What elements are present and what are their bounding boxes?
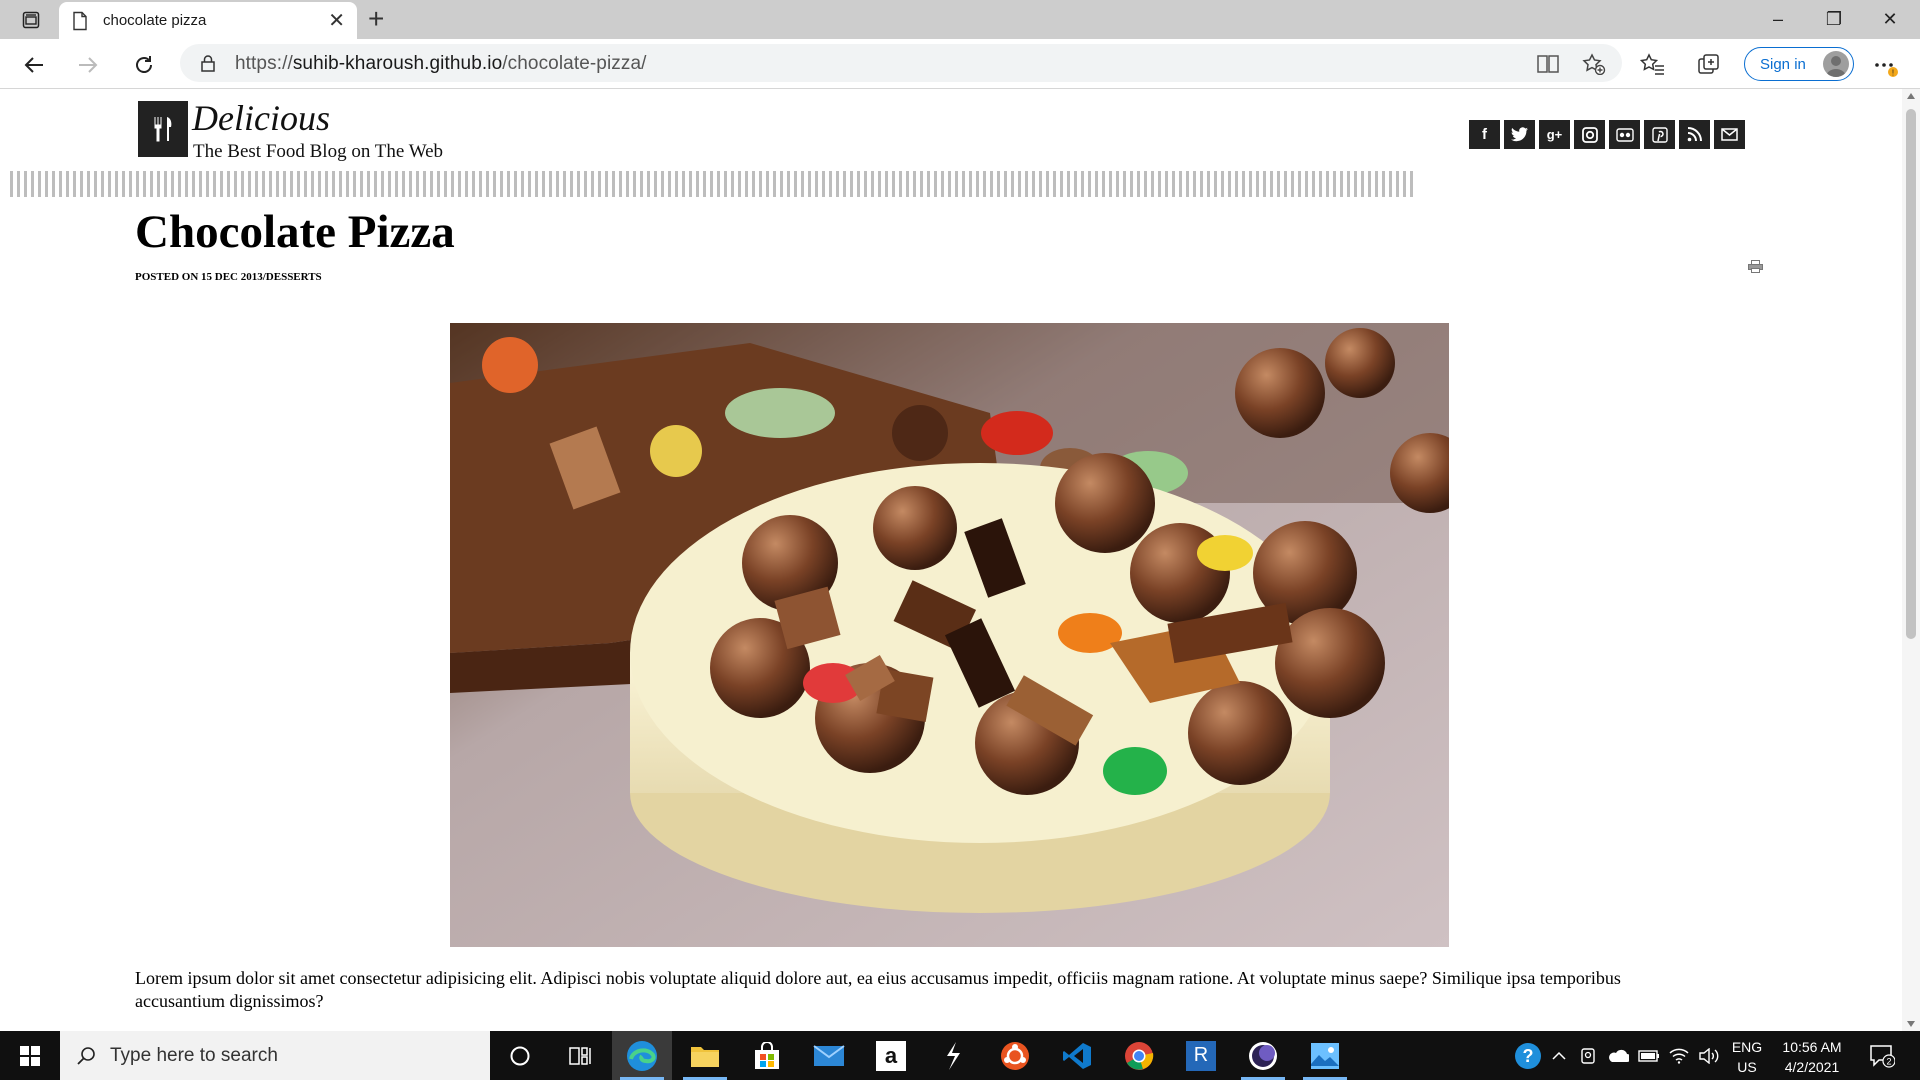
refresh-button[interactable] [128,49,160,81]
chocolate-pizza-photo [450,323,1449,947]
mail-icon[interactable] [799,1031,859,1080]
battery-icon[interactable] [1636,1031,1662,1080]
add-favorite-icon[interactable] [1582,53,1606,75]
r-icon[interactable]: R [1171,1031,1231,1080]
settings-more-icon[interactable]: ! [1872,52,1898,78]
social-links: f g+ [1469,120,1745,149]
wifi-icon[interactable] [1666,1031,1692,1080]
tab-actions-icon[interactable] [14,8,48,32]
instagram-icon[interactable] [1574,120,1605,149]
forward-button[interactable] [72,49,104,81]
scroll-up-icon[interactable] [1907,93,1915,99]
twitter-icon[interactable] [1504,120,1535,149]
profile-avatar [1823,51,1849,77]
page-icon [73,11,87,30]
windows-icon [20,1045,40,1066]
svg-text:!: ! [1892,69,1894,78]
print-icon[interactable] [1748,260,1763,273]
address-bar: https://suhib-kharoush.github.io/chocola… [0,39,1920,89]
search-placeholder: Type here to search [110,1044,278,1066]
notifications-icon[interactable]: 2 [1862,1031,1902,1080]
post-meta: POSTED ON 15 DEC 2013/DESSERTS [135,271,322,283]
ubuntu-icon[interactable] [985,1031,1045,1080]
flickr-icon[interactable] [1609,120,1640,149]
vscode-icon[interactable] [1047,1031,1107,1080]
post-body: Lorem ipsum dolor sit amet consectetur a… [135,968,1621,1011]
eclipse-icon[interactable] [1233,1031,1293,1080]
sign-in-label: Sign in [1760,55,1806,73]
lang-line2: US [1737,1059,1757,1075]
decorative-divider [10,171,1417,197]
google-plus-icon[interactable]: g+ [1539,120,1570,149]
language-indicator[interactable]: ENG US [1731,1037,1763,1077]
url-field[interactable]: https://suhib-kharoush.github.io/chocola… [180,44,1622,82]
restore-button[interactable]: ❐ [1806,0,1862,38]
back-arrow-icon [24,57,43,73]
edge-icon[interactable] [612,1031,672,1080]
tab-title: chocolate pizza [103,12,207,29]
tab-chocolate-pizza[interactable]: chocolate pizza ✕ [59,2,357,39]
lang-line1: ENG [1731,1039,1763,1055]
clock[interactable]: 10:56 AM 4/2/2021 [1776,1037,1848,1077]
tab-close-icon[interactable]: ✕ [328,11,345,31]
search-icon [77,1046,95,1065]
taskbar-search[interactable]: Type here to search [60,1031,490,1080]
cortana-icon[interactable] [490,1031,550,1080]
scrollbar-thumb[interactable] [1906,109,1916,639]
pinterest-icon[interactable] [1644,120,1675,149]
page-scrollbar[interactable] [1902,89,1920,1031]
page-viewport: Delicious The Best Food Blog on The Web … [0,89,1902,1031]
photos-icon[interactable] [1295,1031,1355,1080]
facebook-icon[interactable]: f [1469,120,1500,149]
chrome-icon[interactable] [1109,1031,1169,1080]
email-icon[interactable] [1714,120,1745,149]
svg-text:?: ? [1523,1046,1534,1066]
immersive-reader-icon[interactable] [1536,53,1560,75]
onedrive-icon[interactable] [1604,1031,1632,1080]
url-text: https://suhib-kharoush.github.io/chocola… [235,53,647,74]
tab-bar: chocolate pizza ✕ + – ❐ ✕ [0,0,1920,39]
file-explorer-icon[interactable] [675,1031,735,1080]
site-name[interactable]: Delicious [192,97,330,139]
rss-icon[interactable] [1679,120,1710,149]
app-icon[interactable] [923,1031,983,1080]
minimize-button[interactable]: – [1750,0,1806,38]
svg-text:2: 2 [1886,1056,1891,1066]
taskbar: Type here to search a R ? ENG US 10:56 A… [0,1031,1920,1080]
close-window-button[interactable]: ✕ [1862,0,1918,38]
start-button[interactable] [0,1031,60,1080]
clock-time: 10:56 AM [1782,1039,1842,1055]
site-logo[interactable] [138,101,188,157]
refresh-icon [136,56,152,73]
sign-in-button[interactable]: Sign in [1744,47,1854,81]
favorites-icon[interactable] [1640,52,1666,78]
clock-date: 4/2/2021 [1784,1059,1840,1075]
scroll-down-icon[interactable] [1907,1021,1915,1027]
help-icon[interactable]: ? [1510,1031,1546,1080]
meet-now-icon[interactable] [1576,1031,1600,1080]
store-icon[interactable] [737,1031,797,1080]
fork-knife-icon [154,117,172,142]
lock-icon[interactable] [200,54,216,72]
collections-icon[interactable] [1696,52,1722,78]
amazon-icon[interactable]: a [861,1031,921,1080]
new-tab-button[interactable]: + [368,5,384,33]
post-title: Chocolate Pizza [135,206,455,258]
chevron-up-icon[interactable] [1548,1031,1570,1080]
site-tagline: The Best Food Blog on The Web [193,141,444,162]
forward-arrow-icon [79,57,98,73]
volume-icon[interactable] [1696,1031,1724,1080]
back-button[interactable] [18,49,50,81]
task-view-icon[interactable] [550,1031,610,1080]
